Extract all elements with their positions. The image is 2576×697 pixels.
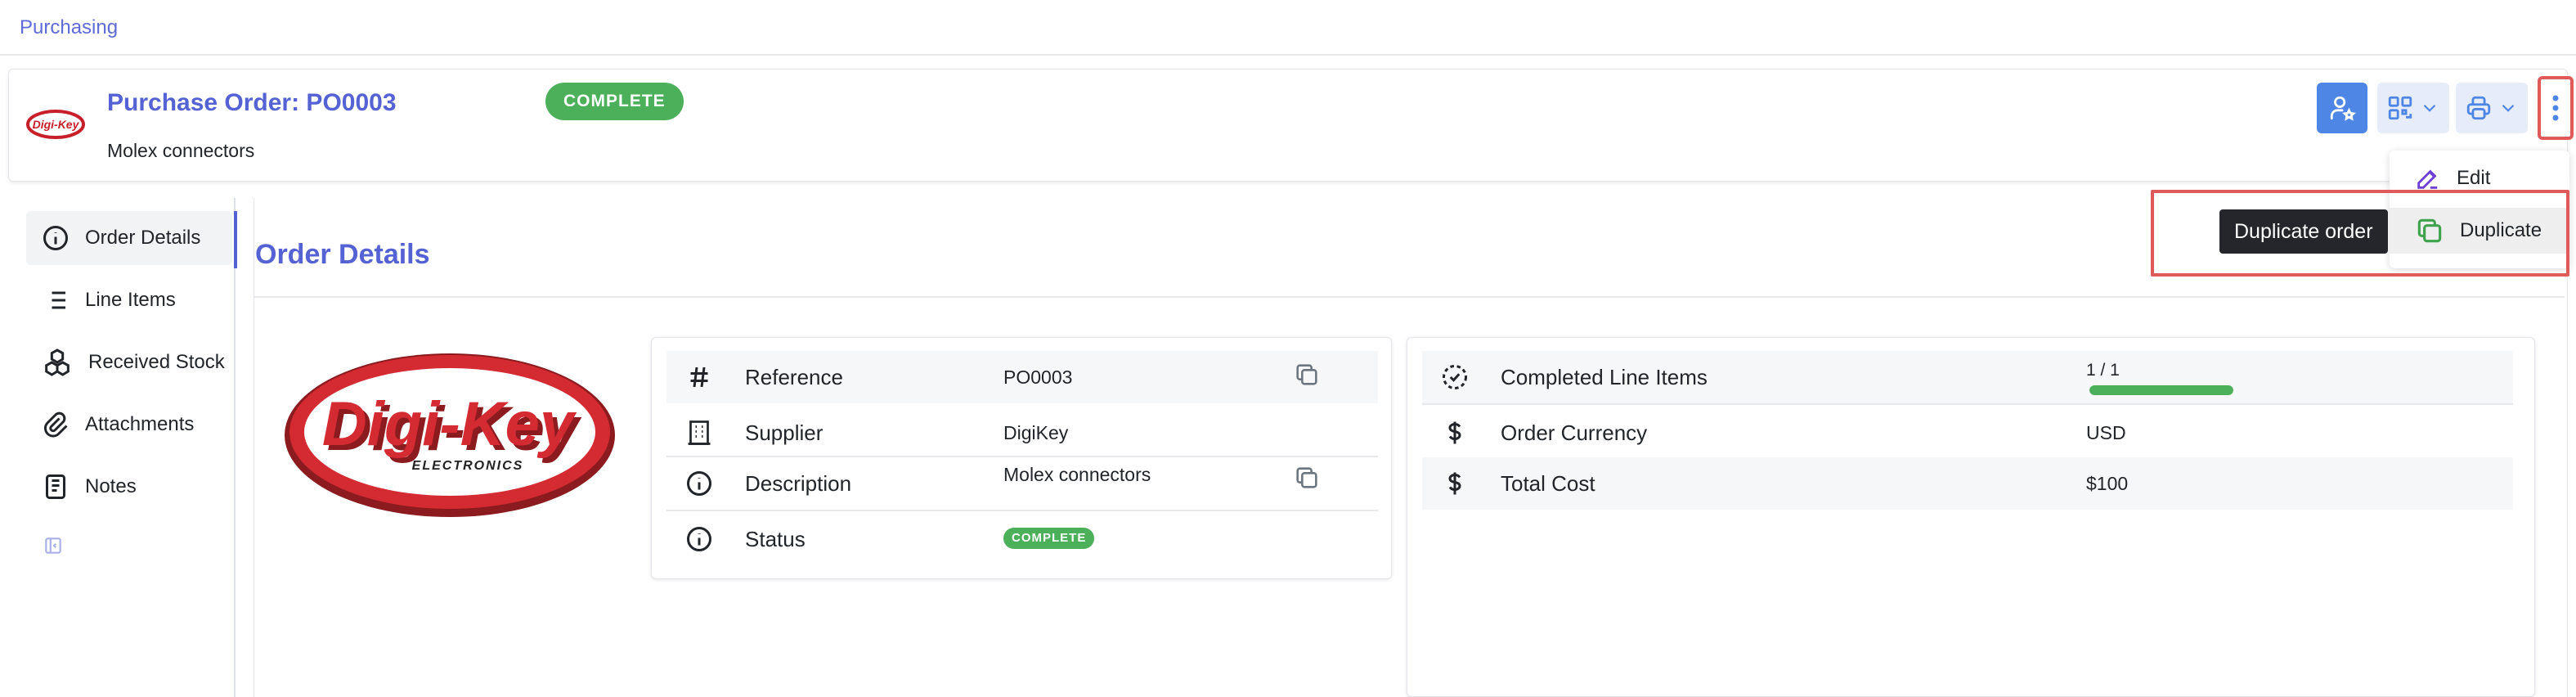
total-cost-row: Total Cost $100: [1422, 457, 2513, 510]
svg-text:Digi-Key: Digi-Key: [33, 118, 80, 131]
menu-item-label: Edit: [2457, 167, 2491, 189]
dollar-icon: [1448, 421, 1461, 444]
completed-value: 1 / 1: [2086, 361, 2120, 380]
barcode-actions-button[interactable]: [2377, 83, 2449, 133]
order-header: Digi-Key Purchase Order: PO0003 Molex co…: [8, 69, 2574, 182]
supplier-label: Supplier: [745, 420, 824, 445]
print-actions-button[interactable]: [2456, 83, 2528, 133]
supplier-row: Supplier DigiKey: [666, 407, 1378, 459]
page-divider: [0, 54, 2576, 56]
sidebar-item-label: Order Details: [85, 227, 201, 249]
sidebar-item-label: Attachments: [85, 413, 195, 435]
completed-progress-bar: [2089, 385, 2233, 395]
reference-row: Reference PO0003: [666, 351, 1378, 403]
printer-icon: [2466, 96, 2491, 120]
annotation-highlight-box: [2151, 190, 2569, 277]
row-divider: [666, 510, 1378, 511]
list-icon: [46, 291, 65, 309]
boxes-icon: [45, 348, 70, 376]
sidebar-item-label: Line Items: [85, 289, 176, 311]
sidebar-item-notes[interactable]: Notes: [26, 460, 232, 514]
collapse-sidebar-icon[interactable]: [43, 535, 64, 556]
order-summary-card: Completed Line Items 1 / 1 Order Currenc…: [1407, 337, 2535, 697]
progress-check-icon: [1443, 365, 1467, 389]
more-actions-button[interactable]: [2538, 76, 2574, 140]
status-badge: COMPLETE: [545, 83, 684, 120]
description-value: Molex connectors: [1003, 464, 1151, 485]
copy-icon[interactable]: [1293, 361, 1321, 389]
user-star-icon: [2330, 96, 2356, 121]
description-label: Description: [745, 470, 852, 496]
sidebar-item-label: Received Stock: [88, 351, 225, 373]
dots-vertical-icon: [2552, 95, 2559, 121]
info-icon: [687, 527, 711, 551]
info-icon: [43, 226, 68, 250]
page-title: Purchase Order: PO0003: [107, 89, 397, 116]
currency-row: Order Currency USD: [1422, 407, 2513, 459]
breadcrumb[interactable]: Purchasing: [20, 16, 118, 39]
svg-text:Digi-Key: Digi-Key: [322, 389, 577, 459]
section-divider: [254, 296, 2565, 298]
hash-icon: [690, 366, 708, 388]
sidebar-item-received-stock[interactable]: Received Stock: [26, 335, 232, 389]
info-icon: [687, 471, 711, 496]
total-cost-value: $100: [2086, 472, 2129, 494]
reference-value: PO0003: [1003, 366, 1073, 388]
supplier-link[interactable]: DigiKey: [1003, 422, 1068, 444]
sidebar-item-attachments[interactable]: Attachments: [26, 398, 232, 452]
chevron-down-icon: [2423, 104, 2436, 112]
description-row: Description Molex connectors: [666, 457, 1378, 510]
active-tab-indicator: [234, 211, 237, 268]
completed-label: Completed Line Items: [1501, 364, 1708, 389]
sidebar-nav: Order Details Line Items Received Stock …: [8, 198, 237, 697]
svg-text:ELECTRONICS: ELECTRONICS: [412, 459, 524, 473]
qrcode-icon: [2388, 96, 2412, 120]
building-icon: [688, 420, 711, 445]
supplier-thumbnail-logo: Digi-Key: [26, 110, 85, 139]
row-divider: [1422, 403, 2513, 405]
page-subtitle: Molex connectors: [107, 140, 255, 161]
sidebar-item-label: Notes: [85, 475, 137, 497]
chevron-down-icon: [2502, 104, 2515, 112]
sidebar-item-line-items[interactable]: Line Items: [26, 273, 232, 327]
paperclip-icon: [43, 411, 68, 438]
total-cost-label: Total Cost: [1501, 470, 1595, 496]
status-label: Status: [745, 526, 806, 551]
assign-user-button[interactable]: [2317, 83, 2367, 133]
progress-fill: [2089, 385, 2233, 395]
copy-icon[interactable]: [1293, 464, 1321, 492]
status-badge-small: COMPLETE: [1003, 528, 1095, 549]
company-logo: Digi-Key Digi-Key ELECTRONICS: [285, 353, 615, 517]
currency-label: Order Currency: [1501, 420, 1648, 445]
notes-icon: [46, 474, 65, 499]
status-row: Status COMPLETE: [666, 513, 1378, 565]
dollar-icon: [1448, 472, 1461, 495]
completed-row: Completed Line Items 1 / 1: [1422, 351, 2513, 403]
section-title: Order Details: [255, 239, 430, 270]
sidebar-item-order-details[interactable]: Order Details: [26, 211, 232, 265]
reference-label: Reference: [745, 364, 843, 389]
order-details-card: Reference PO0003 Supplier DigiKey Descri…: [651, 337, 1392, 579]
edit-icon: [2417, 169, 2438, 189]
currency-value: USD: [2086, 421, 2126, 443]
